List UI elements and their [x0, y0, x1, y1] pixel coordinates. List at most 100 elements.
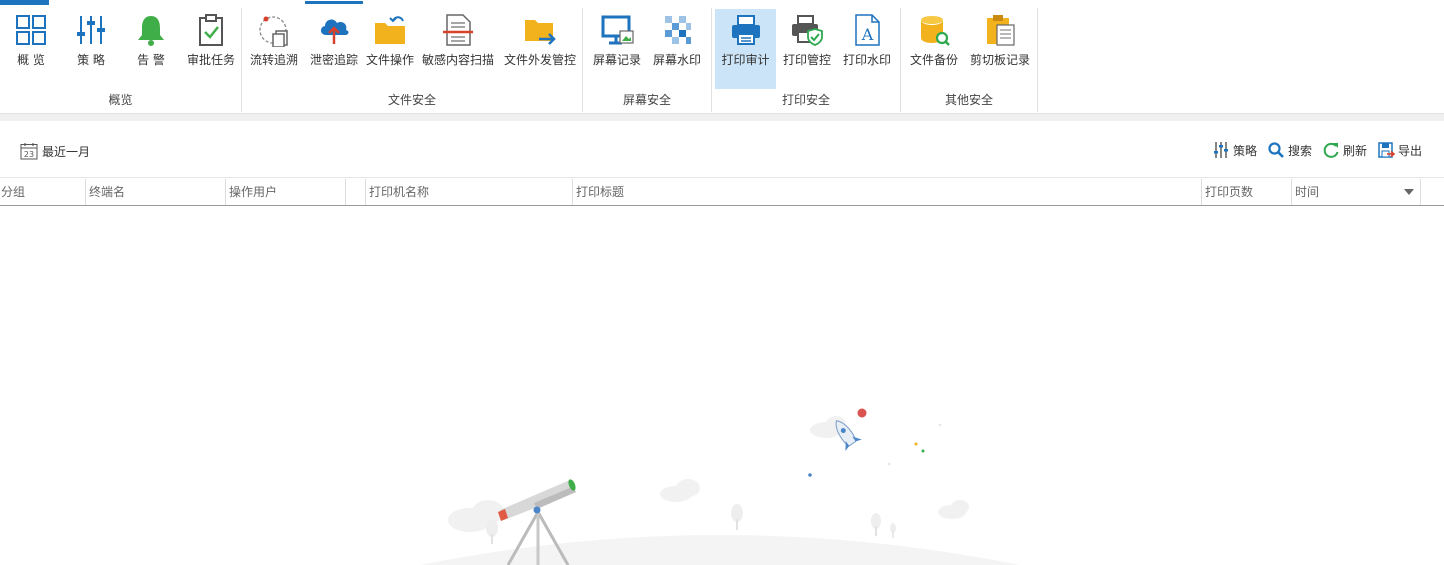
- leak-track-button-label: 泄密追踪: [309, 53, 358, 67]
- database-search-icon: [921, 16, 950, 46]
- svg-text:A: A: [861, 25, 874, 44]
- date-range-label: 最近一月: [42, 144, 91, 159]
- column-header-terminal-name[interactable]: 终端名: [85, 179, 225, 205]
- column-header-print-pages[interactable]: 打印页数: [1201, 179, 1291, 205]
- date-range-selector[interactable]: 23 最近一月: [20, 141, 90, 161]
- ribbon-group-print-security: 打印审计 打印管控 A 打印水印 打印安全: [712, 8, 901, 112]
- folder-send-icon: [525, 20, 556, 45]
- screen-record-button-label: 屏幕记录: [592, 53, 641, 67]
- print-control-button[interactable]: 打印管控: [778, 9, 836, 89]
- export-tool-label: 导出: [1397, 143, 1422, 158]
- clipboard-record-button[interactable]: 剪切板记录: [965, 9, 1035, 89]
- refresh-tool-button[interactable]: 刷新: [1322, 140, 1367, 160]
- table-header: 分组 终端名 操作用户 打印机名称 打印标题 打印页数 时间: [0, 179, 1444, 206]
- grid-icon: [16, 15, 46, 45]
- clipboard-check-icon: [199, 14, 223, 46]
- overview-button-label: 概 览: [17, 53, 45, 67]
- print-control-button-label: 打印管控: [782, 53, 831, 67]
- clipboard-icon: [987, 15, 1015, 46]
- flow-trace-button[interactable]: 流转追溯: [245, 9, 303, 89]
- sliders-icon: [77, 16, 105, 44]
- monitor-icon: [601, 15, 634, 45]
- calendar-day: 23: [24, 150, 34, 159]
- print-watermark-button[interactable]: A 打印水印: [838, 9, 896, 89]
- approval-task-button[interactable]: 审批任务: [182, 9, 240, 89]
- policy-tool-label: 策略: [1232, 143, 1257, 158]
- calendar-icon: 23: [20, 143, 38, 160]
- star-dot: [921, 449, 925, 453]
- tree-icon: [890, 523, 896, 538]
- search-tool-button[interactable]: 搜索: [1267, 140, 1312, 160]
- planet-dot: [857, 408, 867, 418]
- printer-icon: [731, 15, 760, 45]
- file-operation-button-label: 文件操作: [365, 53, 414, 67]
- tree-icon: [731, 504, 743, 530]
- document-a-icon: A: [855, 14, 880, 46]
- screen-watermark-button-label: 屏幕水印: [652, 53, 701, 67]
- policy-button-label: 策 略: [77, 53, 105, 67]
- file-outgoing-control-button-label: 文件外发管控: [503, 53, 576, 67]
- column-header-operator[interactable]: 操作用户: [225, 179, 345, 205]
- star-dot: [887, 462, 891, 466]
- toolbar-actions: 策略 搜索 刷新 导出: [1212, 140, 1422, 160]
- toolbar: 23 最近一月 策略 搜索 刷新 导出: [0, 121, 1444, 178]
- file-operation-button[interactable]: 文件操作: [365, 9, 415, 89]
- active-tab-indicator: [0, 0, 49, 5]
- column-header-spacer[interactable]: [345, 179, 365, 205]
- sliders-small-icon: [1213, 142, 1228, 158]
- document-scan-icon: [443, 14, 473, 46]
- file-backup-button[interactable]: 文件备份: [905, 9, 963, 89]
- screen-record-button[interactable]: 屏幕记录: [588, 9, 646, 89]
- bell-icon: [138, 16, 164, 46]
- print-audit-button[interactable]: 打印审计: [715, 9, 776, 89]
- ribbon: 概 览 策 略 告 警 审批任务 概览 流转追溯 泄密追踪 文件操作 敏感内容扫…: [0, 0, 1444, 114]
- tree-icon: [486, 519, 498, 544]
- tree-icon: [871, 513, 881, 536]
- printer-shield-icon: [792, 15, 823, 46]
- ribbon-group-other-security: 文件备份 剪切板记录 其他安全: [901, 8, 1038, 112]
- column-header-print-title[interactable]: 打印标题: [572, 179, 1201, 205]
- export-icon: [1378, 142, 1395, 158]
- file-outgoing-control-button[interactable]: 文件外发管控: [501, 9, 579, 89]
- cloud-upload-icon: [320, 19, 349, 44]
- ribbon-group-screen-security: 屏幕记录 屏幕水印 屏幕安全: [583, 8, 712, 112]
- refresh-tool-label: 刷新: [1342, 143, 1367, 158]
- column-header-group[interactable]: 分组: [0, 179, 85, 205]
- alert-button[interactable]: 告 警: [122, 9, 180, 89]
- file-backup-button-label: 文件备份: [909, 53, 958, 67]
- file-trace-icon: [259, 16, 288, 47]
- ribbon-separator-band: [0, 114, 1444, 121]
- cloud-icon: [660, 479, 700, 502]
- cloud-icon: [938, 500, 969, 519]
- flow-trace-button-label: 流转追溯: [249, 53, 298, 67]
- ribbon-group-file-security: 流转追溯 泄密追踪 文件操作 敏感内容扫描 文件外发管控 文件安全: [242, 1, 583, 112]
- ribbon-group-overview: 概 览 策 略 告 警 审批任务 概览: [0, 8, 242, 112]
- alert-button-label: 告 警: [137, 53, 165, 67]
- ribbon-group-label: 文件安全: [387, 93, 436, 107]
- search-icon: [1268, 142, 1284, 158]
- overview-button[interactable]: 概 览: [2, 9, 60, 89]
- folder-icon: [375, 16, 405, 44]
- policy-tool-button[interactable]: 策略: [1212, 140, 1257, 160]
- empty-state-illustration: [420, 408, 1020, 565]
- policy-button[interactable]: 策 略: [62, 9, 120, 89]
- leak-track-button[interactable]: 泄密追踪: [305, 1, 363, 89]
- approval-task-button-label: 审批任务: [186, 53, 235, 67]
- print-watermark-button-label: 打印水印: [842, 53, 891, 67]
- column-header-time[interactable]: 时间: [1291, 179, 1421, 205]
- star-dot: [914, 442, 918, 446]
- star-dot: [808, 473, 812, 477]
- sensitive-scan-button[interactable]: 敏感内容扫描: [419, 9, 497, 89]
- screen-watermark-button[interactable]: 屏幕水印: [648, 9, 706, 89]
- clipboard-record-button-label: 剪切板记录: [969, 53, 1030, 67]
- sort-desc-icon[interactable]: [1404, 189, 1414, 195]
- ribbon-group-label: 其他安全: [944, 93, 993, 107]
- export-tool-button[interactable]: 导出: [1377, 140, 1422, 160]
- ribbon-group-label: 概览: [108, 93, 133, 107]
- sensitive-scan-button-label: 敏感内容扫描: [421, 53, 494, 67]
- ribbon-group-label: 屏幕安全: [622, 93, 671, 107]
- search-tool-label: 搜索: [1287, 143, 1312, 158]
- column-header-time-label: 时间: [1295, 185, 1320, 199]
- refresh-icon: [1323, 142, 1339, 158]
- column-header-printer-name[interactable]: 打印机名称: [365, 179, 572, 205]
